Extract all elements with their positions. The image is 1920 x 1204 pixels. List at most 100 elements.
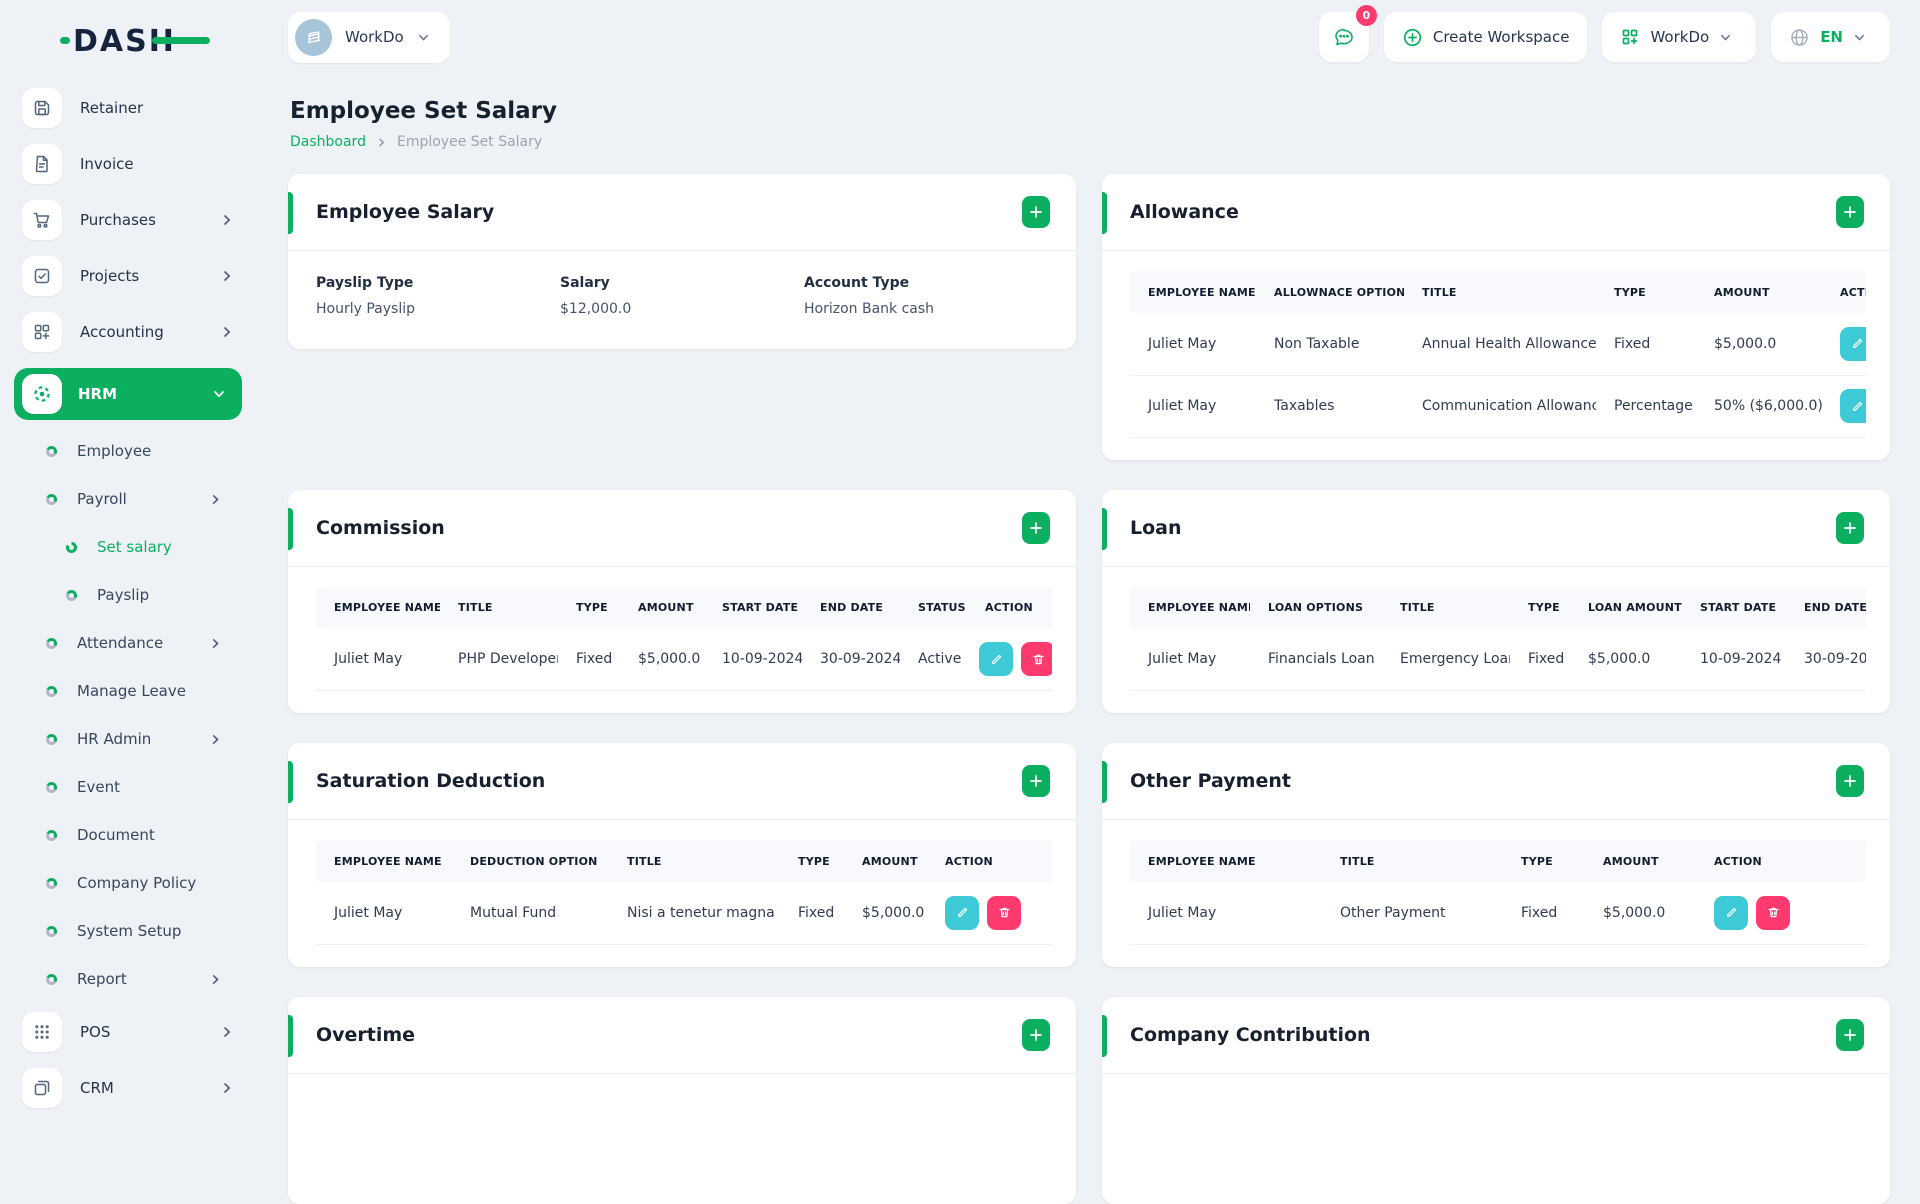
chat-icon <box>1335 28 1353 46</box>
cell-amount: $5,000.0 <box>1696 313 1822 376</box>
sidebar-item-retainer[interactable]: Retainer <box>22 88 240 128</box>
salary-field: Salary $12,000.0 <box>560 275 804 317</box>
sidebar-item-system-setup[interactable]: System Setup <box>46 916 228 946</box>
save-icon <box>22 88 62 128</box>
add-allowance-button[interactable] <box>1836 196 1864 228</box>
add-loan-button[interactable] <box>1836 511 1864 544</box>
sidebar-item-label: Report <box>77 970 127 988</box>
column-header: Action <box>927 840 1052 882</box>
add-overtime-button[interactable] <box>1022 1018 1050 1051</box>
sidebar-item-hr-admin[interactable]: HR Admin <box>46 724 228 754</box>
cell-start-date: 10-09-2024 <box>704 628 802 691</box>
column-header: Title <box>609 840 780 882</box>
bullet-icon <box>66 541 77 553</box>
salary-field: Account Type Horizon Bank cash <box>804 275 1048 317</box>
edit-button[interactable] <box>945 895 979 930</box>
salary-field: Payslip Type Hourly Payslip <box>316 275 560 317</box>
cell-loan-option: Financials Loan <box>1250 628 1382 691</box>
add-company-contribution-button[interactable] <box>1836 1018 1864 1051</box>
column-header: End Date <box>1786 586 1866 629</box>
cell-amount: $5,000.0 <box>620 628 704 691</box>
hrm-hub-icon <box>22 374 62 414</box>
card-header: Employee Salary <box>288 174 1076 251</box>
create-workspace-button[interactable]: Create Workspace <box>1383 12 1588 62</box>
cell-title: Other Payment <box>1322 882 1503 945</box>
sidebar-item-report[interactable]: Report <box>46 964 228 994</box>
add-other-payment-button[interactable] <box>1836 765 1864 797</box>
edit-button[interactable] <box>1840 326 1866 361</box>
other-payment-card: Other Payment Employee Name Title Type A… <box>1102 743 1890 967</box>
cell-amount: $5,000.0 <box>844 882 927 945</box>
sidebar-item-document[interactable]: Document <box>46 820 228 850</box>
add-commission-button[interactable] <box>1022 511 1050 544</box>
sidebar-item-payslip[interactable]: Payslip <box>66 580 228 610</box>
sidebar-item-set-salary[interactable]: Set salary <box>66 532 228 562</box>
edit-button[interactable] <box>1714 895 1748 930</box>
table-row: Juliet May Other Payment Fixed $5,000.0 <box>1130 882 1866 945</box>
card-header: Allowance <box>1102 174 1890 251</box>
column-header: Loan Amount <box>1570 586 1682 629</box>
sidebar-item-purchases[interactable]: Purchases <box>22 200 240 240</box>
sidebar-item-employee[interactable]: Employee <box>46 436 228 466</box>
sidebar-item-crm[interactable]: CRM <box>22 1068 240 1108</box>
edit-button[interactable] <box>1840 389 1866 423</box>
column-header: Employee Name <box>316 840 452 882</box>
workspace-name: WorkDo <box>345 28 404 46</box>
bullet-icon <box>46 925 57 937</box>
card-header: Loan <box>1102 490 1890 567</box>
cell-employee-name: Juliet May <box>1130 375 1256 438</box>
brand-logo[interactable]: DASH <box>60 22 258 58</box>
trash-icon <box>1767 908 1779 918</box>
sidebar-item-projects[interactable]: Projects <box>22 256 240 296</box>
add-saturation-deduction-button[interactable] <box>1022 765 1050 797</box>
column-header: Title <box>1322 840 1503 882</box>
bullet-icon <box>46 493 57 505</box>
delete-button[interactable] <box>987 895 1021 930</box>
sidebar-item-hrm[interactable]: HRM <box>14 368 242 420</box>
sidebar-item-manage-leave[interactable]: Manage Leave <box>46 676 228 706</box>
delete-button[interactable] <box>1021 642 1052 677</box>
sidebar-item-label: System Setup <box>77 922 182 940</box>
column-header: Employee Name <box>1130 586 1250 629</box>
edit-button[interactable] <box>979 642 1013 677</box>
plus-icon <box>1844 1028 1856 1041</box>
sidebar-item-label: Projects <box>80 267 140 285</box>
workdo-menu-button[interactable]: WorkDo <box>1602 12 1757 62</box>
workspace-selector[interactable]: WorkDo <box>288 11 450 63</box>
sidebar-item-accounting[interactable]: Accounting <box>22 312 240 352</box>
sidebar: DASH Retainer Invoice Purchases Projects… <box>0 0 258 1108</box>
sidebar-item-attendance[interactable]: Attendance <box>46 628 228 658</box>
language-selector[interactable]: EN <box>1771 12 1890 62</box>
bullet-icon <box>46 733 57 745</box>
sidebar-item-pos[interactable]: POS <box>22 1012 240 1052</box>
sidebar-item-payroll[interactable]: Payroll <box>46 484 228 514</box>
column-header: Type <box>1596 271 1696 313</box>
logo-accent-bar <box>152 37 210 44</box>
cell-type: Fixed <box>558 628 620 691</box>
cell-employee-name: Juliet May <box>316 628 440 691</box>
grid-plus-icon <box>22 312 62 352</box>
language-label: EN <box>1820 28 1843 46</box>
notification-badge: 0 <box>1355 5 1377 26</box>
sidebar-item-label: Attendance <box>77 634 164 652</box>
sidebar-item-event[interactable]: Event <box>46 772 228 802</box>
sidebar-item-label: Employee <box>77 442 152 460</box>
crm-windows-icon <box>22 1068 62 1108</box>
column-header: Amount <box>1696 271 1822 313</box>
bullet-icon <box>46 781 57 793</box>
column-header: Type <box>558 586 620 629</box>
delete-button[interactable] <box>1756 895 1790 930</box>
sidebar-item-company-policy[interactable]: Company Policy <box>46 868 228 898</box>
sidebar-nav: Retainer Invoice Purchases Projects Acco… <box>0 88 258 1108</box>
messages-button[interactable]: 0 <box>1318 5 1377 62</box>
chevron-right-icon <box>209 637 222 650</box>
plus-icon <box>1030 206 1042 218</box>
add-employee-salary-button[interactable] <box>1022 196 1050 228</box>
breadcrumb-dashboard-link[interactable]: Dashboard <box>290 134 366 150</box>
plus-circle-icon <box>1403 28 1421 46</box>
sidebar-item-invoice[interactable]: Invoice <box>22 144 240 184</box>
column-header: Title <box>1382 586 1510 629</box>
chevron-right-icon <box>209 493 222 506</box>
card-title: Commission <box>316 516 445 539</box>
column-header: Allownace Option <box>1256 271 1404 313</box>
